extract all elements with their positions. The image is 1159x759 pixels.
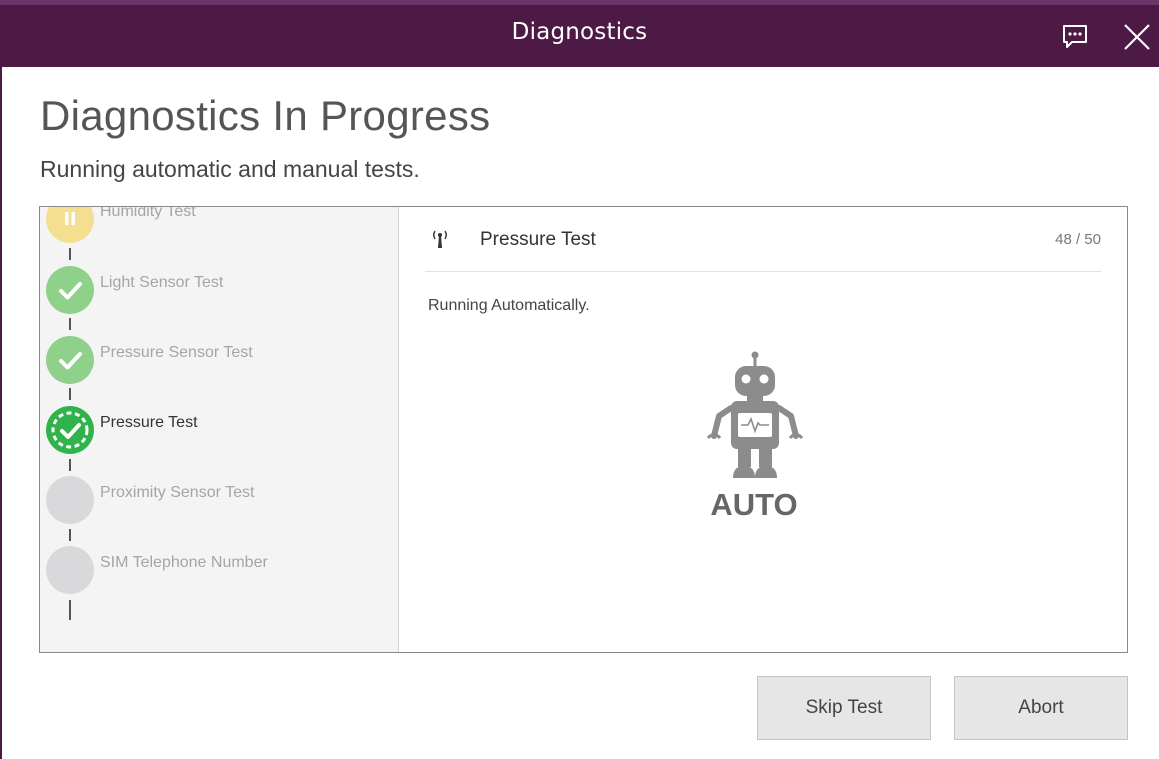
diagnostics-panel: Humidity Test Light Sensor Test Pressure… <box>39 206 1128 653</box>
paused-status-icon <box>46 207 94 243</box>
test-step-label: Humidity Test <box>100 207 196 220</box>
test-step-label: Light Sensor Test <box>100 274 224 291</box>
page-subtitle: Running automatic and manual tests. <box>40 156 420 182</box>
close-button[interactable] <box>1121 21 1153 53</box>
test-step-label: SIM Telephone Number <box>100 554 268 571</box>
feedback-button[interactable] <box>1059 21 1091 53</box>
page-title: Diagnostics In Progress <box>40 92 491 139</box>
step-connector <box>69 248 71 260</box>
feedback-icon <box>1063 25 1087 48</box>
mode-label: AUTO <box>710 487 798 522</box>
pending-status-dot <box>46 546 94 594</box>
title-bar: Diagnostics <box>0 0 1159 67</box>
test-detail: Pressure Test 48 / 50 Running Automatica… <box>399 207 1127 652</box>
test-status-text: Running Automatically. <box>428 297 590 314</box>
window-title: Diagnostics <box>511 19 648 45</box>
step-connector <box>69 459 71 471</box>
test-step-sim-telephone[interactable]: SIM Telephone Number <box>46 546 386 602</box>
check-icon <box>46 336 94 384</box>
test-counter: 48 / 50 <box>1055 231 1101 248</box>
skip-test-button[interactable]: Skip Test <box>757 676 931 740</box>
robot-icon <box>707 351 803 478</box>
abort-button[interactable]: Abort <box>954 676 1128 740</box>
test-step-label: Pressure Test <box>100 414 198 431</box>
test-step-pressure[interactable]: Pressure Test <box>46 406 386 462</box>
test-header: Pressure Test 48 / 50 <box>425 207 1101 272</box>
test-step-pressure-sensor[interactable]: Pressure Sensor Test <box>46 336 386 392</box>
test-step-light-sensor[interactable]: Light Sensor Test <box>46 266 386 322</box>
step-connector <box>69 529 71 541</box>
running-check-icon <box>46 406 94 454</box>
test-step-proximity-sensor[interactable]: Proximity Sensor Test <box>46 476 386 532</box>
current-test-name: Pressure Test <box>480 229 596 250</box>
test-step-label: Pressure Sensor Test <box>100 344 253 361</box>
test-step-label: Proximity Sensor Test <box>100 484 255 501</box>
test-list[interactable]: Humidity Test Light Sensor Test Pressure… <box>40 207 399 652</box>
step-connector <box>69 388 71 400</box>
pending-status-dot <box>46 476 94 524</box>
step-connector <box>69 318 71 330</box>
test-step-humidity[interactable]: Humidity Test <box>46 207 386 251</box>
check-icon <box>46 266 94 314</box>
close-icon <box>1124 24 1150 50</box>
step-connector <box>69 600 71 620</box>
antenna-icon <box>433 230 447 248</box>
